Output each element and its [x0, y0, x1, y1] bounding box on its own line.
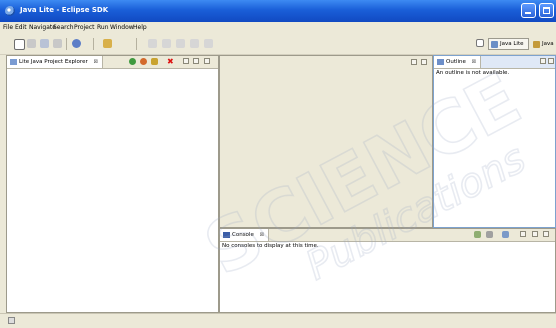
pin-console-icon[interactable] [474, 231, 481, 238]
perspective-label: Java [542, 41, 554, 47]
menu-run[interactable]: Run [97, 24, 109, 31]
print-icon[interactable] [53, 39, 62, 48]
minimize-button[interactable] [521, 3, 536, 18]
perspective-java-lite[interactable]: Java Lite [488, 38, 529, 50]
minimize-view-icon[interactable] [532, 231, 538, 237]
menu-edit[interactable]: Edit [15, 24, 27, 31]
menu-project[interactable]: Project [74, 24, 95, 31]
perspective-java[interactable]: Java [530, 38, 556, 50]
new-package-icon[interactable] [140, 58, 147, 65]
next-annotation-icon[interactable] [148, 39, 157, 48]
delete-icon[interactable]: ✖ [167, 57, 174, 66]
console-view: Console ⊠ No consoles to display at this… [219, 228, 556, 313]
menu-file[interactable]: File [3, 24, 13, 31]
fast-view-icon[interactable] [8, 317, 15, 324]
new-project-icon[interactable] [151, 58, 158, 65]
project-explorer-view: Lite Java Project Explorer ⊠ ✖ [6, 55, 219, 313]
build-icon[interactable] [103, 39, 112, 48]
outline-icon [437, 59, 444, 65]
perspective-label: Java Lite [500, 41, 524, 47]
toolbar-separator [66, 38, 67, 50]
tab-project-explorer[interactable]: Lite Java Project Explorer ⊠ [7, 56, 104, 68]
eclipse-icon [5, 6, 15, 16]
toolbar-separator [136, 38, 137, 50]
toolbar-separator [93, 38, 94, 50]
main-toolbar: Java Lite Java [0, 35, 556, 55]
new-icon[interactable] [14, 39, 25, 50]
search-icon[interactable] [72, 39, 81, 48]
menu-search[interactable]: Search [53, 24, 74, 31]
project-explorer-icon [10, 59, 17, 65]
minimize-editor-icon[interactable] [411, 59, 417, 65]
workbench-area: Lite Java Project Explorer ⊠ ✖ Outline ⊠ [6, 55, 556, 313]
window-title: Java Lite - Eclipse SDK [20, 6, 109, 14]
maximize-button[interactable] [539, 3, 554, 18]
save-icon[interactable] [40, 39, 49, 48]
minimize-icon [525, 12, 531, 14]
outline-message: An outline is not available. [436, 70, 510, 76]
maximize-view-icon[interactable] [204, 58, 210, 64]
editor-area [219, 55, 433, 228]
minimize-view-icon[interactable] [193, 58, 199, 64]
menu-navigate[interactable]: Navigate [29, 24, 56, 31]
previous-annotation-icon[interactable] [162, 39, 171, 48]
view-header: Outline ⊠ [434, 56, 555, 69]
new-java-class-icon[interactable] [129, 58, 136, 65]
outline-view: Outline ⊠ An outline is not available. [433, 55, 556, 228]
perspective-icon [491, 41, 498, 48]
minimize-view-icon[interactable] [540, 58, 546, 64]
perspective-icon [533, 41, 540, 48]
close-tab-icon[interactable]: ⊠ [93, 59, 98, 65]
dropdown-arrow-icon[interactable] [27, 39, 36, 48]
history-icon[interactable] [204, 39, 213, 48]
forward-icon[interactable] [190, 39, 199, 48]
view-header: Console ⊠ [220, 229, 555, 242]
tab-label: Lite Java Project Explorer [19, 59, 88, 65]
close-tab-icon[interactable]: ⊠ [260, 232, 265, 238]
view-menu-icon[interactable] [520, 231, 526, 237]
close-tab-icon[interactable]: ⊠ [472, 59, 477, 65]
menu-window[interactable]: Window [110, 24, 134, 31]
tab-label: Console [232, 232, 254, 238]
menu-help[interactable]: Help [133, 24, 147, 31]
maximize-view-icon[interactable] [548, 58, 554, 64]
tab-console[interactable]: Console ⊠ [220, 229, 270, 241]
view-menu-icon[interactable] [183, 58, 189, 64]
console-message: No consoles to display at this time. [222, 243, 319, 249]
maximize-icon [543, 7, 550, 14]
maximize-view-icon[interactable] [543, 231, 549, 237]
console-icon [223, 232, 230, 238]
display-console-icon[interactable] [486, 231, 493, 238]
menu-bar: File Edit Navigate Search Project Run Wi… [0, 22, 556, 35]
open-perspective-icon[interactable] [476, 39, 484, 47]
tab-label: Outline [446, 59, 466, 65]
status-bar [0, 313, 556, 328]
view-header: Lite Java Project Explorer ⊠ ✖ [7, 56, 218, 69]
back-icon[interactable] [176, 39, 185, 48]
tab-outline[interactable]: Outline ⊠ [434, 56, 482, 68]
title-bar: Java Lite - Eclipse SDK [0, 0, 556, 22]
maximize-editor-icon[interactable] [421, 59, 427, 65]
open-console-icon[interactable] [502, 231, 509, 238]
